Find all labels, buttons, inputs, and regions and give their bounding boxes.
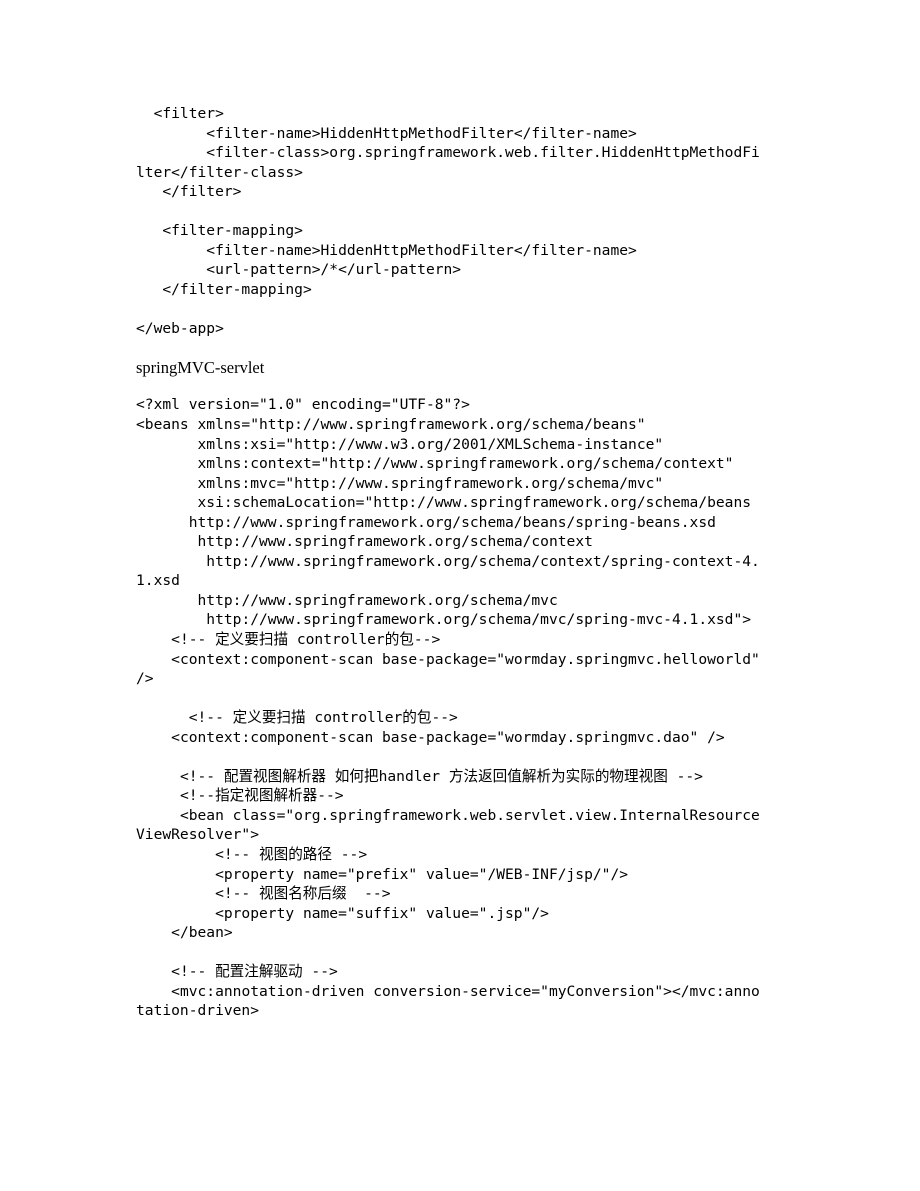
code-block-web-xml-filter: <filter> <filter-name>HiddenHttpMethodFi… [136, 105, 760, 201]
code-block-web-xml-filter-mapping: <filter-mapping> <filter-name>HiddenHttp… [162, 222, 637, 298]
section-heading-springmvc-servlet: springMVC-servlet [136, 358, 265, 378]
code-block-springmvc-view-resolver: <!-- 配置视图解析器 如何把handler 方法返回值解析为实际的物理视图 … [136, 767, 760, 942]
code-block-springmvc-annotation-driven: <!-- 配置注解驱动 --> <mvc:annotation-driven c… [136, 963, 760, 1020]
code-block-springmvc-servlet-xml: <?xml version="1.0" encoding="UTF-8"?> <… [136, 396, 760, 688]
code-block-springmvc-dao-scan: <!-- 定义要扫描 controller的包--> <context:comp… [171, 709, 725, 746]
code-block-web-app-close: </web-app> [136, 319, 224, 337]
document-page: <filter> <filter-name>HiddenHttpMethodFi… [0, 0, 920, 1191]
document-content: <filter> <filter-name>HiddenHttpMethodFi… [136, 104, 766, 1021]
